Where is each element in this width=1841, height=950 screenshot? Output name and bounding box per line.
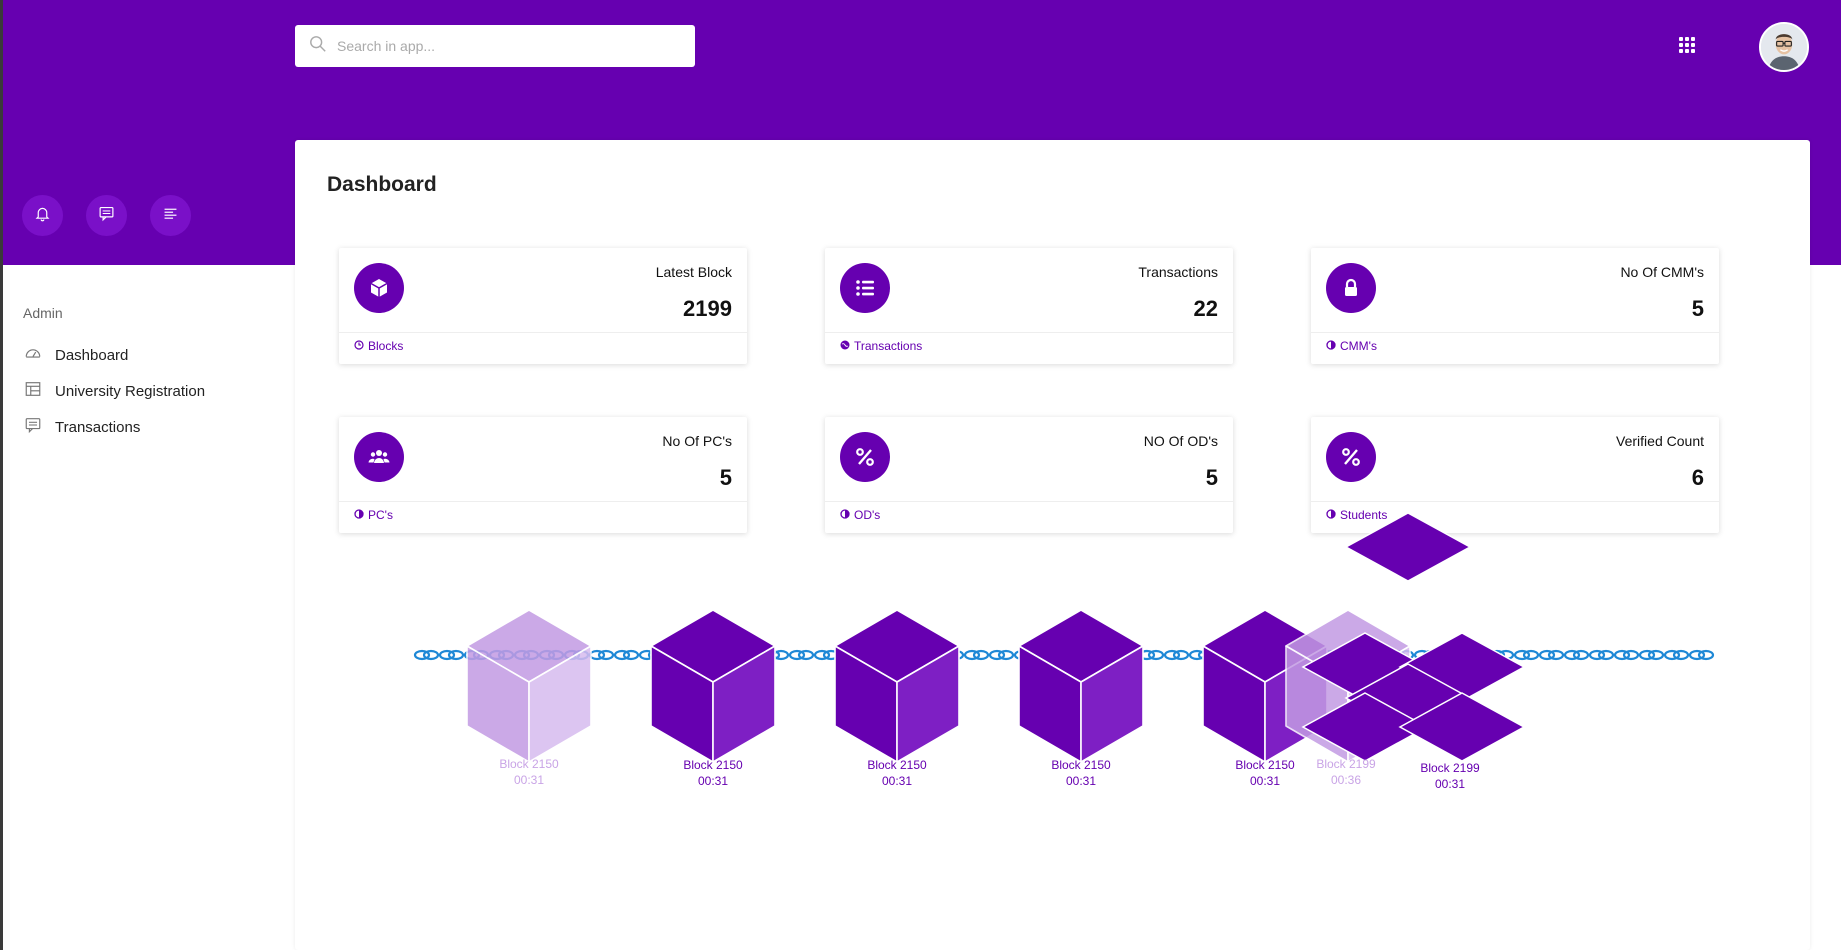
- block-cube: [1018, 609, 1144, 763]
- search-bar[interactable]: [295, 25, 695, 67]
- block-cube: [834, 609, 960, 763]
- block-cube: [466, 609, 592, 763]
- chain-link: [1663, 649, 1690, 661]
- chain-link: [1513, 649, 1540, 661]
- dashboard-panel: Dashboard Latest Block 2199 Blocks Trans…: [295, 140, 1810, 950]
- chain-link: [1638, 649, 1665, 661]
- sidebar-item-label: Transactions: [55, 418, 141, 436]
- message-icon: [24, 416, 55, 438]
- chain-link: [963, 649, 990, 661]
- grid-icon[interactable]: [1679, 37, 1695, 53]
- message-icon: [98, 205, 115, 227]
- blockchain-illustration: [413, 512, 1715, 763]
- dashboard-icon: [24, 344, 55, 366]
- messages-button[interactable]: [86, 195, 127, 236]
- chain-link: [788, 649, 815, 661]
- notifications-button[interactable]: [22, 195, 63, 236]
- block-cube: [650, 609, 776, 763]
- chain-link: [1163, 649, 1190, 661]
- sidebar-item-dashboard[interactable]: Dashboard: [24, 344, 128, 366]
- chain-link: [413, 649, 440, 661]
- diamond-shape: [1344, 512, 1472, 582]
- chain-link: [613, 649, 640, 661]
- block-label: Block 2199 00:31: [1420, 761, 1480, 791]
- search-icon: [309, 35, 327, 58]
- block-cubes: [466, 609, 1411, 763]
- block-label: Block 2150 00:31: [683, 758, 743, 788]
- chain-link: [1613, 649, 1640, 661]
- sidebar: Admin Dashboard University Registration …: [0, 265, 295, 950]
- search-input[interactable]: [337, 38, 677, 54]
- sidebar-item-label: University Registration: [55, 382, 206, 400]
- align-left-icon: [162, 205, 179, 227]
- sidebar-item-transactions[interactable]: Transactions: [24, 416, 140, 438]
- block-label: Block 2199 00:36: [1316, 757, 1376, 787]
- chain-link: [1688, 649, 1715, 661]
- chain-link: [1563, 649, 1590, 661]
- sidebar-section-label: Admin: [23, 305, 63, 321]
- block-label: Block 2150 00:31: [1051, 758, 1111, 788]
- sidebar-item-label: Dashboard: [55, 346, 129, 364]
- window-edge: [0, 0, 3, 950]
- chain-link: [588, 649, 615, 661]
- chain-link: [1538, 649, 1565, 661]
- sidebar-item-university-registration[interactable]: University Registration: [24, 380, 205, 402]
- chain-link: [1588, 649, 1615, 661]
- bell-icon: [34, 205, 51, 227]
- table-icon: [24, 380, 55, 402]
- block-label: Block 2150 00:31: [499, 757, 559, 787]
- user-avatar[interactable]: [1759, 22, 1809, 72]
- block-label: Block 2150 00:31: [867, 758, 927, 788]
- chain-link: [438, 649, 465, 661]
- menu-button[interactable]: [150, 195, 191, 236]
- chain-link: [988, 649, 1015, 661]
